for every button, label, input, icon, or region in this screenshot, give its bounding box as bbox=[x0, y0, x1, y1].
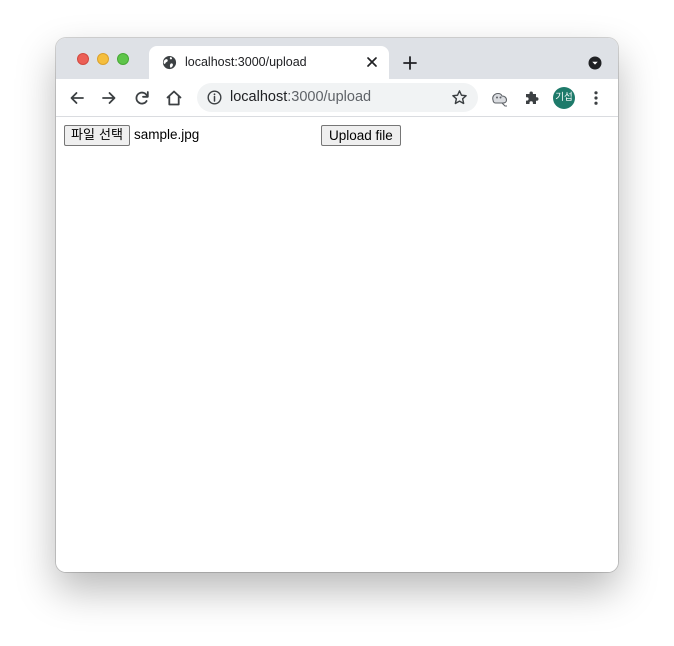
url-path: :3000/upload bbox=[287, 89, 372, 105]
tab-title: localhost:3000/upload bbox=[185, 55, 307, 69]
browser-toolbar: localhost:3000/upload 기섭 bbox=[56, 79, 618, 117]
new-tab-icon[interactable] bbox=[402, 55, 418, 71]
forward-arrow-icon[interactable] bbox=[100, 89, 118, 107]
site-info-icon[interactable] bbox=[207, 90, 222, 105]
tab-active[interactable]: localhost:3000/upload bbox=[149, 46, 389, 79]
globe-icon bbox=[162, 55, 177, 70]
tab-search-icon[interactable] bbox=[588, 56, 602, 70]
back-arrow-icon[interactable] bbox=[68, 89, 86, 107]
profile-avatar[interactable]: 기섭 bbox=[553, 87, 575, 109]
address-url[interactable]: localhost:3000/upload bbox=[230, 89, 371, 105]
browser-window: localhost:3000/upload localhost:3000/upl… bbox=[56, 38, 618, 572]
selected-file-name: sample.jpg bbox=[134, 127, 200, 142]
close-tab-icon[interactable] bbox=[365, 55, 379, 69]
home-icon[interactable] bbox=[165, 89, 183, 107]
bookmark-star-icon[interactable] bbox=[451, 89, 468, 106]
page-content: 파일 선택 sample.jpg Upload file bbox=[56, 117, 618, 572]
tab-strip: localhost:3000/upload bbox=[56, 38, 618, 79]
choose-file-button[interactable]: 파일 선택 bbox=[64, 125, 130, 146]
puzzle-icon[interactable] bbox=[523, 89, 541, 107]
window-maximize-button[interactable] bbox=[117, 53, 129, 65]
extension-icon[interactable] bbox=[490, 88, 508, 107]
window-minimize-button[interactable] bbox=[97, 53, 109, 65]
upload-file-button[interactable]: Upload file bbox=[321, 125, 401, 146]
address-bar[interactable]: localhost:3000/upload bbox=[197, 83, 478, 112]
reload-icon[interactable] bbox=[133, 89, 151, 107]
url-host: localhost bbox=[230, 89, 288, 105]
more-menu-icon[interactable] bbox=[587, 89, 605, 107]
window-close-button[interactable] bbox=[77, 53, 89, 65]
